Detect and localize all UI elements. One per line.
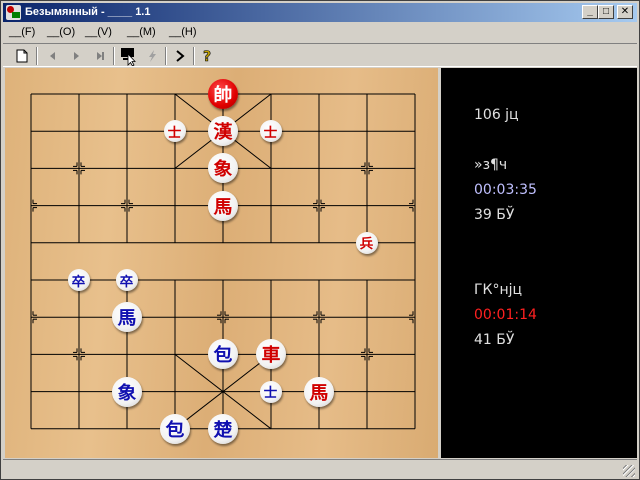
help-icon[interactable]: ? xyxy=(197,46,219,66)
piece-label: 兵 xyxy=(360,237,374,253)
piece-label: 馬 xyxy=(213,196,233,218)
title-bar[interactable]: Безымянный - ____ 1.1 _ □ ✕ xyxy=(3,3,637,22)
menu-move[interactable]: __(M) xyxy=(127,26,156,38)
xiangqi-board[interactable]: 帥士漢士象馬兵卒卒馬包車象士馬包楚 xyxy=(5,68,438,458)
info-panel: 106 јц »з¶ч 00:03:35 39 БЎ ГК°нјц 00:01:… xyxy=(441,68,637,458)
piece-blue-15[interactable]: 包 xyxy=(160,413,190,444)
piece-label: 馬 xyxy=(117,308,137,330)
minimize-button[interactable]: _ xyxy=(582,5,598,19)
piece-label: 卒 xyxy=(120,274,134,290)
piece-blue-13[interactable]: 士 xyxy=(260,380,282,403)
toolbar: ? xyxy=(3,43,637,67)
forward-icon[interactable] xyxy=(169,46,191,66)
piece-label: 包 xyxy=(165,419,185,441)
piece-red-14[interactable]: 馬 xyxy=(304,376,334,407)
new-document-icon[interactable] xyxy=(11,46,33,66)
piece-label: 馬 xyxy=(309,382,329,404)
app-window: Безымянный - ____ 1.1 _ □ ✕ __(F) __(O) … xyxy=(0,0,640,480)
piece-label: 象 xyxy=(213,159,233,181)
piece-red-5[interactable]: 馬 xyxy=(208,190,238,221)
piece-label: 車 xyxy=(261,345,281,367)
computer-move-icon[interactable] xyxy=(117,46,139,66)
app-icon[interactable] xyxy=(6,5,21,20)
piece-red-6[interactable]: 兵 xyxy=(356,231,378,254)
piece-label: 帥 xyxy=(213,85,233,106)
piece-label: 象 xyxy=(117,382,137,404)
status-bar xyxy=(3,459,637,479)
piece-red-0[interactable]: 帥 xyxy=(208,79,238,109)
menu-bar: __(F) __(O) __(V) __(M) __(H) xyxy=(3,23,637,41)
last-move-icon[interactable] xyxy=(89,46,111,66)
piece-label: 士 xyxy=(264,386,278,402)
prev-move-icon[interactable] xyxy=(65,46,87,66)
blue-player-steps: 41 БЎ xyxy=(474,332,515,348)
hint-icon[interactable] xyxy=(141,46,163,66)
maximize-button[interactable]: □ xyxy=(598,5,614,19)
first-move-icon[interactable] xyxy=(41,46,63,66)
menu-view[interactable]: __(V) xyxy=(85,26,112,38)
red-player-time: 00:03:35 xyxy=(474,182,537,198)
piece-blue-8[interactable]: 卒 xyxy=(116,269,138,291)
piece-label: 士 xyxy=(264,125,278,141)
red-player-steps: 39 БЎ xyxy=(474,207,515,223)
close-button[interactable]: ✕ xyxy=(617,5,633,19)
window-title: Безымянный - ____ 1.1 xyxy=(25,6,151,18)
blue-player-time: 00:01:14 xyxy=(474,307,537,323)
piece-label: 漢 xyxy=(213,122,233,144)
menu-help[interactable]: __(H) xyxy=(169,26,197,38)
resize-grip[interactable] xyxy=(623,465,635,477)
piece-red-2[interactable]: 漢 xyxy=(208,116,238,147)
move-count: 106 јц xyxy=(474,107,519,123)
menu-options[interactable]: __(O) xyxy=(47,26,75,38)
red-player-label: »з¶ч xyxy=(474,157,508,173)
piece-blue-12[interactable]: 象 xyxy=(112,376,142,407)
menu-file[interactable]: __(F) xyxy=(9,26,35,38)
piece-blue-7[interactable]: 卒 xyxy=(68,269,90,291)
piece-label: 士 xyxy=(168,125,182,141)
piece-label: 楚 xyxy=(213,419,233,441)
piece-label: 包 xyxy=(213,345,233,367)
svg-text:?: ? xyxy=(203,49,211,64)
piece-blue-16[interactable]: 楚 xyxy=(208,413,238,444)
piece-blue-9[interactable]: 馬 xyxy=(112,302,142,333)
piece-label: 卒 xyxy=(72,274,86,290)
blue-player-label: ГК°нјц xyxy=(474,282,523,298)
